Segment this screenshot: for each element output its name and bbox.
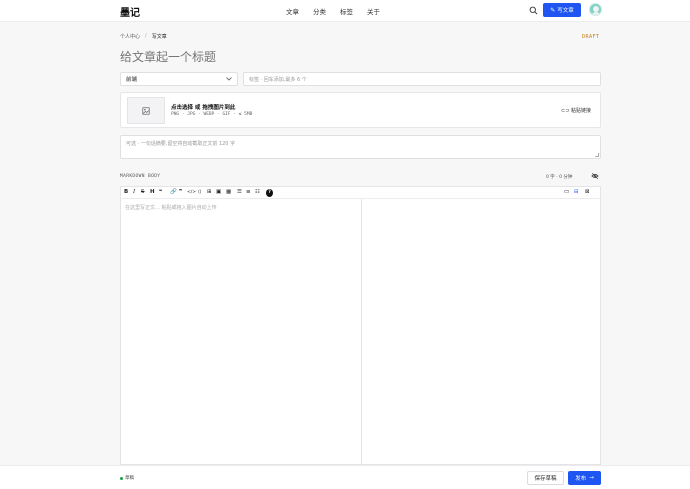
breadcrumb-profile[interactable]: 个人中心 — [120, 33, 140, 40]
unordered-list-button[interactable]: ☰ — [237, 189, 242, 197]
write-article-button[interactable]: ✎ 写文章 — [543, 3, 581, 17]
editor-placeholder: 在这里写正文… 粘贴或拖入图片自动上传 — [125, 205, 217, 211]
write-article-label: 写文章 — [557, 8, 574, 14]
status-dot-icon — [120, 476, 123, 480]
table-button[interactable]: ⊞ — [207, 189, 212, 197]
grid-button[interactable]: ▦ — [226, 189, 231, 197]
link-button[interactable]: 🔗 — [170, 189, 177, 197]
help-icon[interactable]: ? — [266, 189, 273, 197]
paste-link-button[interactable]: ⊂⊃ 粘贴链接 — [561, 107, 591, 114]
split-view-button[interactable]: ⊟ — [574, 189, 579, 197]
italic-button[interactable]: I — [133, 189, 135, 197]
nav-item-categories[interactable]: 分类 — [313, 6, 326, 16]
blockquote-button[interactable]: ❞ — [179, 189, 182, 197]
editor-footer: 草稿 保存草稿 发布 → — [0, 465, 690, 489]
breadcrumb: 个人中心 / 写文章 — [120, 33, 167, 40]
cover-upload-formats: PNG · JPG · WEBP · GIF · ≤ 5MB — [171, 112, 253, 117]
task-list-button[interactable]: ☷ — [255, 189, 260, 197]
fullscreen-button[interactable]: ⊠ — [585, 189, 590, 197]
strikethrough-button[interactable]: S — [141, 189, 145, 197]
publish-label: 发布 — [575, 476, 587, 482]
ordered-list-button[interactable]: ≡ — [246, 189, 251, 197]
bold-button[interactable]: B — [124, 189, 128, 197]
image-button[interactable]: ▣ — [216, 189, 221, 197]
save-status: 草稿 — [120, 475, 134, 481]
link-icon: ⊂⊃ — [561, 108, 570, 114]
markdown-editor: B I S H ❝ 🔗 ❞ </> ⟨⟩ ⊞ ▣ ▦ ☰ ≡ ☷ ? ▭ ⊟ ⊠… — [120, 186, 601, 465]
summary-textarea[interactable]: 可选 · 一句话摘要,留空将自动截取正文前 120 字 — [120, 135, 601, 159]
nav-item-tags[interactable]: 标签 — [340, 6, 353, 16]
markdown-section-label: MARKDOWN BODY — [120, 174, 161, 179]
top-nav-bar: 墨记 文章 分类 标签 关于 ✎ 写文章 — [0, 0, 690, 22]
category-select-value: 前端 — [126, 77, 138, 83]
save-draft-label: 保存草稿 — [534, 476, 557, 482]
editor-toolbar: B I S H ❝ 🔗 ❞ </> ⟨⟩ ⊞ ▣ ▦ ☰ ≡ ☷ ? ▭ ⊟ ⊠ — [121, 187, 600, 199]
word-count-stats: 0 字 · 0 分钟 — [546, 175, 573, 180]
site-logo[interactable]: 墨记 — [120, 4, 140, 19]
chevron-down-icon — [226, 77, 232, 81]
code-button[interactable]: </> — [187, 189, 196, 197]
heading-button[interactable]: H — [150, 189, 155, 197]
arrow-right-icon: → — [589, 475, 594, 481]
nav-item-about[interactable]: 关于 — [367, 6, 380, 16]
paste-link-label: 粘贴链接 — [570, 108, 591, 114]
article-title-input[interactable] — [120, 49, 600, 65]
save-status-label: 草稿 — [125, 476, 134, 481]
user-avatar[interactable] — [589, 3, 602, 16]
cover-upload-title: 点击选择 或 拖拽图片到此 — [171, 105, 236, 111]
draft-status-badge: DRAFT — [582, 34, 600, 40]
quote-icon[interactable]: ❝ — [159, 189, 162, 197]
editor-input-pane[interactable]: 在这里写正文… 粘贴或拖入图片自动上传 — [121, 199, 361, 464]
publish-button[interactable]: 发布 → — [568, 471, 601, 485]
image-icon — [142, 106, 150, 115]
edit-only-view-button[interactable]: ▭ — [564, 189, 569, 197]
main-nav: 文章 分类 标签 关于 — [286, 6, 380, 16]
resize-handle[interactable] — [595, 153, 599, 157]
summary-placeholder: 可选 · 一句话摘要,留空将自动截取正文前 120 字 — [126, 141, 236, 147]
category-select[interactable]: 前端 — [120, 72, 238, 86]
breadcrumb-separator: / — [145, 33, 147, 39]
nav-item-articles[interactable]: 文章 — [286, 6, 299, 16]
edit-icon: ✎ — [550, 6, 556, 14]
pane-divider — [361, 199, 362, 464]
cover-thumbnail — [127, 97, 165, 124]
tags-input[interactable]: 标签 · 回车添加,最多 6 个 — [243, 72, 601, 86]
save-draft-button[interactable]: 保存草稿 — [527, 471, 564, 485]
breadcrumb-current: 写文章 — [151, 34, 167, 40]
search-icon[interactable] — [529, 6, 538, 15]
tags-input-placeholder: 标签 · 回车添加,最多 6 个 — [249, 76, 307, 83]
code-block-button[interactable]: ⟨⟩ — [198, 189, 202, 197]
cover-upload-area[interactable]: 点击选择 或 拖拽图片到此 PNG · JPG · WEBP · GIF · ≤… — [120, 92, 601, 128]
eye-off-icon[interactable] — [591, 172, 599, 180]
